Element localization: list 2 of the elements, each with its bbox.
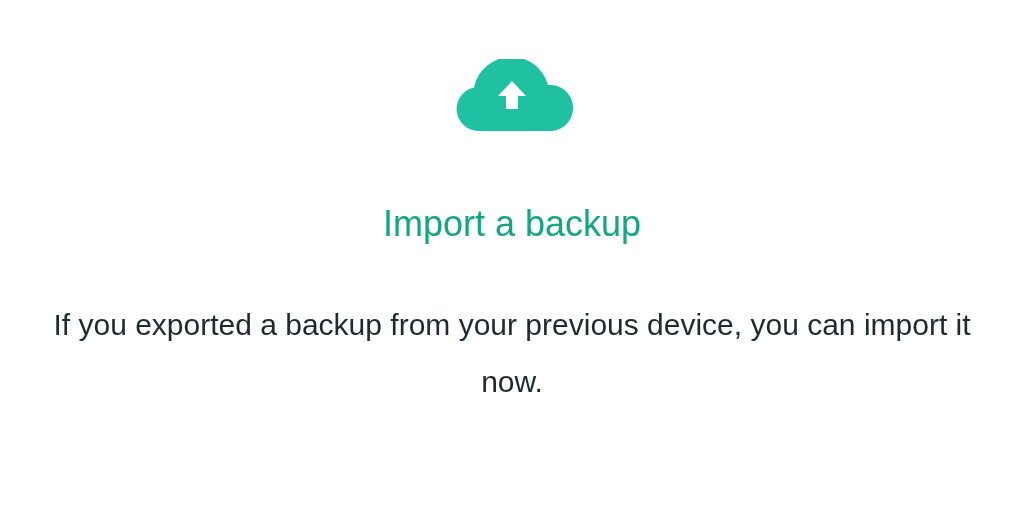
dialog-title: Import a backup: [382, 202, 642, 246]
message-text: If you exported a backup from your previous device, you can import it now.: [52, 307, 972, 400]
